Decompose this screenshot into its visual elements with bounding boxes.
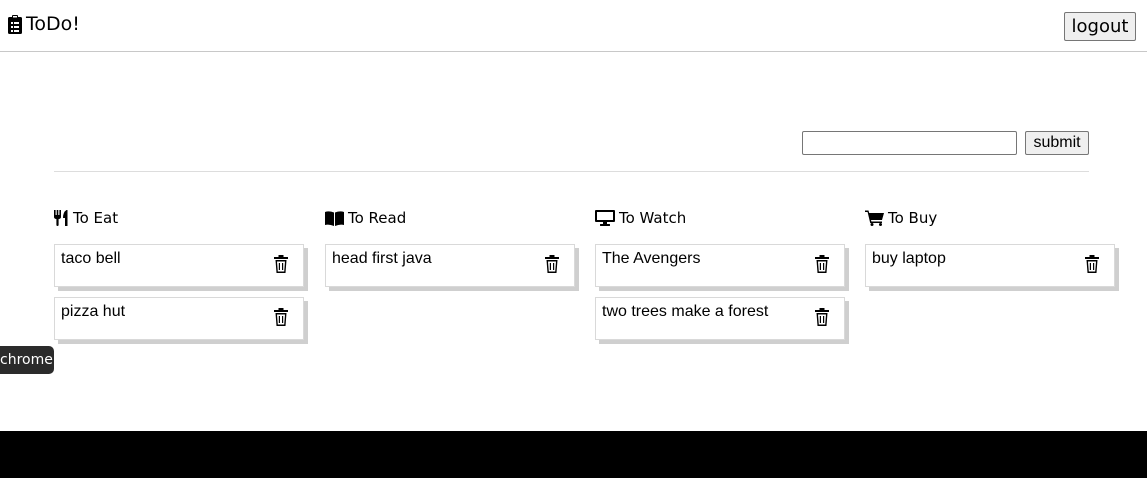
column-header: To Watch (595, 208, 845, 228)
column-header: To Eat (54, 208, 304, 228)
column-to-read: To Read head first java (325, 208, 575, 297)
new-item-input[interactable] (802, 131, 1017, 155)
column-header: To Read (325, 208, 575, 228)
todo-text: pizza hut (61, 303, 126, 320)
tooltip-text: chrome (0, 352, 53, 368)
column-title: To Read (348, 209, 407, 227)
tooltip: chrome (0, 346, 54, 374)
todo-text: head first java (332, 250, 432, 267)
submit-button[interactable]: submit (1025, 131, 1089, 155)
todo-text: taco bell (61, 250, 121, 267)
book-icon (325, 210, 344, 226)
todo-text: two trees make a forest (602, 303, 769, 320)
card-list: taco bell pizza hut (54, 244, 304, 340)
todo-card: pizza hut (54, 297, 304, 340)
brand[interactable]: ToDo! (8, 12, 80, 36)
trash-icon[interactable] (815, 308, 829, 326)
todo-card: two trees make a forest (595, 297, 845, 340)
brand-title: ToDo! (26, 13, 80, 35)
navbar: ToDo! logout (0, 0, 1147, 52)
trash-icon[interactable] (545, 255, 559, 273)
todo-card: head first java (325, 244, 575, 287)
column-title: To Buy (888, 209, 938, 227)
divider (54, 171, 1089, 172)
utensils-icon (54, 210, 69, 226)
column-to-eat: To Eat taco bell pizza hut (54, 208, 304, 350)
bottom-bar (0, 431, 1147, 478)
column-to-watch: To Watch The Avengers two trees make a f… (595, 208, 845, 350)
todo-card: taco bell (54, 244, 304, 287)
todo-text: The Avengers (602, 250, 701, 267)
column-to-buy: To Buy buy laptop (865, 208, 1115, 297)
trash-icon[interactable] (815, 255, 829, 273)
clipboard-icon (8, 14, 22, 34)
column-header: To Buy (865, 208, 1115, 228)
column-title: To Watch (619, 209, 687, 227)
todo-text: buy laptop (872, 250, 946, 267)
trash-icon[interactable] (1085, 255, 1099, 273)
trash-icon[interactable] (274, 308, 288, 326)
card-list: head first java (325, 244, 575, 287)
trash-icon[interactable] (274, 255, 288, 273)
todo-card: buy laptop (865, 244, 1115, 287)
column-title: To Eat (73, 209, 119, 227)
logout-button[interactable]: logout (1064, 12, 1136, 41)
card-list: buy laptop (865, 244, 1115, 287)
cart-icon (865, 210, 884, 226)
card-list: The Avengers two trees make a forest (595, 244, 845, 340)
todo-card: The Avengers (595, 244, 845, 287)
tv-icon (595, 210, 615, 226)
